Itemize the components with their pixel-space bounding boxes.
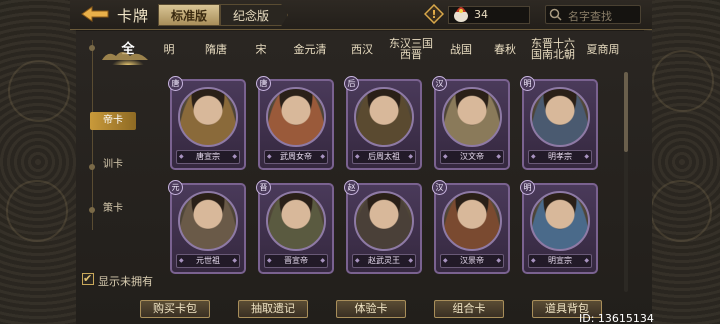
hero-portrait [266,191,326,251]
hero-portrait [530,87,590,147]
era-tab-suitang[interactable]: 隋唐 [190,33,242,65]
hero-name-bar: ◆ 汉景帝 ◆ [440,254,504,268]
left-dragon-ornament [0,0,76,324]
game-screen: 卡牌 标准版 纪念版 ! 34 名字查找 全 明 隋唐 宋 金元清 西汉 东汉三… [0,0,720,324]
hero-name: 明孝宗 [548,152,572,161]
hero-card[interactable]: 元 ◆ 元世祖 ◆ [168,180,246,274]
hero-name: 赵武灵王 [368,256,400,265]
hero-card[interactable]: 赵 ◆ 赵武灵王 ◆ [344,180,422,274]
hero-card[interactable]: 唐 ◆ 唐宣宗 ◆ [168,76,246,170]
dynasty-badge: 明 [520,180,535,195]
hero-name-bar: ◆ 武周女帝 ◆ [264,150,328,164]
show-unowned-checkbox[interactable] [82,272,94,285]
dynasty-badge: 晋 [256,180,271,195]
right-ornament-icon: ◆ [496,257,501,264]
rail-dot [89,45,95,51]
era-tab-song[interactable]: 宋 [242,33,280,65]
search-icon [549,8,562,21]
hero-portrait [178,191,238,251]
trial-card-button[interactable]: 体验卡 [336,300,406,318]
dynasty-badge: 汉 [432,76,447,91]
page-title: 卡牌 [117,7,150,25]
right-ornament-icon: ◆ [584,257,589,264]
version-tabs: 标准版 纪念版 [158,4,289,26]
hero-portrait [354,191,414,251]
buy-pack-button[interactable]: 购买卡包 [140,300,210,318]
era-tab-dongjin-nanbeichao[interactable]: 东晋十六 国南北朝 [526,33,580,65]
show-unowned-label: 显示未拥有 [98,275,153,288]
hero-name-bar: ◆ 后周太祖 ◆ [352,150,416,164]
warning-icon[interactable]: ! [424,4,444,24]
user-id: ID: 13615134 [579,312,654,324]
era-tab-ming[interactable]: 明 [148,33,190,65]
hero-name: 晋宣帝 [284,256,308,265]
right-ornament-icon: ◆ [232,153,237,160]
dynasty-badge: 明 [520,76,535,91]
scrollbar-thumb[interactable] [624,72,628,152]
dynasty-badge: 汉 [432,180,447,195]
era-tab-jinyuanqing[interactable]: 金元清 [280,33,340,65]
era-tab-chunqiu[interactable]: 春秋 [484,33,526,65]
hero-card[interactable]: 汉 ◆ 汉景帝 ◆ [432,180,510,274]
right-ornament-icon: ◆ [496,153,501,160]
hero-portrait [442,87,502,147]
dynasty-badge: 元 [168,180,183,195]
right-ornament-icon: ◆ [232,257,237,264]
svg-text:!: ! [431,8,436,21]
hero-name-bar: ◆ 唐宣宗 ◆ [176,150,240,164]
currency-count: 34 [474,8,488,21]
currency-icon [454,7,468,22]
side-tab-emperor[interactable]: 帝卡 [90,112,136,130]
hero-card[interactable]: 明 ◆ 明宣宗 ◆ [520,180,598,274]
right-ornament-icon: ◆ [408,153,413,160]
tab-commemorative[interactable]: 纪念版 [220,4,289,26]
hero-name: 汉景帝 [460,256,484,265]
era-tab-xihan[interactable]: 西汉 [340,33,384,65]
era-tabs: 全 明 隋唐 宋 金元清 西汉 东汉三国 西晋 战国 春秋 东晋十六 国南北朝 … [108,33,628,65]
hero-portrait [354,87,414,147]
side-tab-training[interactable]: 训卡 [90,156,136,174]
era-tab-xiashangzhou[interactable]: 夏商周 [580,33,626,65]
hero-card[interactable]: 晋 ◆ 晋宣帝 ◆ [256,180,334,274]
hero-name-bar: ◆ 汉文帝 ◆ [440,150,504,164]
dynasty-badge: 赵 [344,180,359,195]
hero-portrait [266,87,326,147]
hero-card[interactable]: 明 ◆ 明孝宗 ◆ [520,76,598,170]
era-tab-zhanguo[interactable]: 战国 [438,33,484,65]
right-ornament-icon: ◆ [408,257,413,264]
hero-name-bar: ◆ 晋宣帝 ◆ [264,254,328,268]
tab-standard[interactable]: 标准版 [158,4,221,26]
hero-card[interactable]: 唐 ◆ 武周女帝 ◆ [256,76,334,170]
hero-name-bar: ◆ 赵武灵王 ◆ [352,254,416,268]
right-ornament-icon: ◆ [320,257,325,264]
search-placeholder: 名字查找 [568,10,612,23]
hero-name-bar: ◆ 元世祖 ◆ [176,254,240,268]
hero-name-bar: ◆ 明宣宗 ◆ [528,254,592,268]
hero-name: 后周太祖 [368,152,400,161]
hero-name: 武周女帝 [280,152,312,161]
era-tab-donghan-sanguo-xijin[interactable]: 东汉三国 西晋 [384,33,438,65]
dynasty-badge: 唐 [168,76,183,91]
hero-portrait [442,191,502,251]
draw-relic-button[interactable]: 抽取遗记 [238,300,308,318]
combo-card-button[interactable]: 组合卡 [434,300,504,318]
hero-portrait [530,191,590,251]
hero-card[interactable]: 后 ◆ 后周太祖 ◆ [344,76,422,170]
dynasty-badge: 唐 [256,76,271,91]
card-panel [76,31,652,324]
right-ornament-icon: ◆ [320,153,325,160]
back-arrow-icon[interactable] [80,5,110,23]
right-dragon-ornament [644,0,720,324]
hero-name: 明宣宗 [548,256,572,265]
hero-name: 唐宣宗 [196,152,220,161]
dynasty-badge: 后 [344,76,359,91]
hero-card[interactable]: 汉 ◆ 汉文帝 ◆ [432,76,510,170]
right-ornament-icon: ◆ [584,153,589,160]
hero-name-bar: ◆ 明孝宗 ◆ [528,150,592,164]
hero-name: 汉文帝 [460,152,484,161]
cloud-ornament [102,52,148,60]
hero-portrait [178,87,238,147]
hero-name: 元世祖 [196,256,220,265]
side-tab-strategy[interactable]: 策卡 [90,200,136,218]
